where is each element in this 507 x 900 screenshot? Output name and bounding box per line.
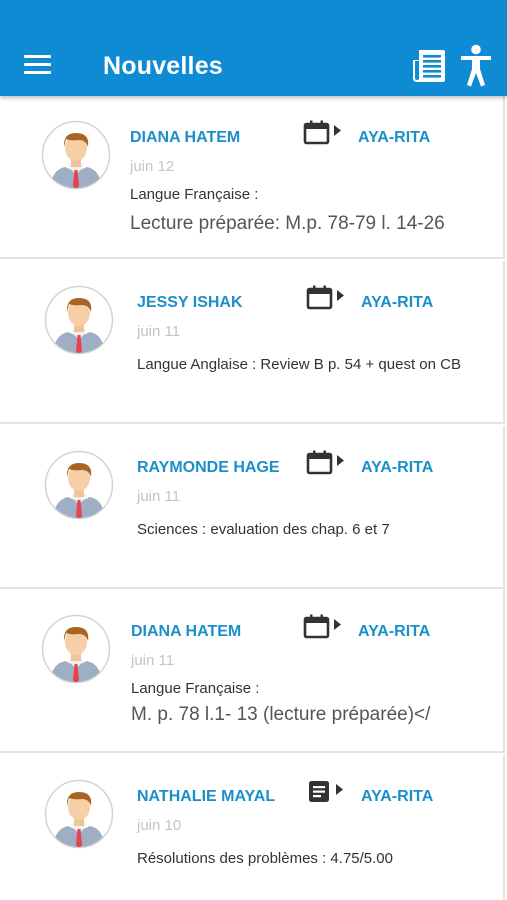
class-name: AYA-RITA [361, 459, 434, 476]
news-card[interactable]: RAYMONDE HAGE AYA-RITA juin 11 Sciences … [0, 426, 505, 589]
news-text: Résolutions des problèmes : 4.75/5.00 [137, 850, 393, 867]
avatar-icon [44, 450, 114, 520]
calendar-play-icon [303, 614, 343, 640]
news-date: juin 11 [137, 488, 181, 505]
news-content: M. p. 78 l.1- 13 (lecture préparée)</ [131, 704, 431, 725]
news-date: juin 12 [130, 158, 175, 175]
news-date: juin 11 [131, 652, 175, 669]
news-card[interactable]: JESSY ISHAK AYA-RITA juin 11 Langue Angl… [0, 261, 505, 424]
app-bar: Nouvelles [0, 0, 507, 96]
news-button[interactable] [410, 47, 448, 85]
class-name: AYA-RITA [361, 788, 434, 805]
hamburger-menu-icon [24, 55, 51, 58]
calendar-play-icon [306, 285, 346, 311]
newspaper-icon [413, 50, 445, 82]
calendar-play-icon [306, 450, 346, 476]
news-subject: Langue Française : [131, 680, 260, 697]
accessibility-button[interactable] [458, 44, 494, 88]
author-name: DIANA HATEM [130, 129, 241, 146]
news-text: Langue Anglaise : Review B p. 54 + quest… [137, 356, 461, 373]
avatar-icon [41, 120, 111, 190]
news-content: Lecture préparée: M.p. 78-79 l. 14-26 [130, 213, 445, 234]
author-name: RAYMONDE HAGE [137, 459, 280, 476]
news-subject: Langue Française : [130, 186, 259, 203]
document-play-icon [306, 779, 346, 805]
author-name: JESSY ISHAK [137, 294, 243, 311]
class-name: AYA-RITA [361, 294, 434, 311]
page-title: Nouvelles [103, 52, 223, 80]
accessibility-person-icon [461, 44, 491, 87]
news-card[interactable]: NATHALIE MAYAL AYA-RITA juin 10 Résoluti… [0, 755, 505, 900]
menu-button[interactable] [20, 50, 54, 82]
news-text: Sciences : evaluation des chap. 6 et 7 [137, 521, 390, 538]
news-date: juin 10 [137, 817, 182, 834]
news-card[interactable]: DIANA HATEM AYA-RITA juin 11 Langue Fran… [0, 590, 505, 753]
news-feed: DIANA HATEM AYA-RITA juin 12 Langue Fran… [0, 96, 507, 900]
author-name: DIANA HATEM [131, 623, 242, 640]
news-date: juin 11 [137, 323, 181, 340]
calendar-play-icon [303, 120, 343, 146]
avatar-icon [41, 614, 111, 684]
news-card[interactable]: DIANA HATEM AYA-RITA juin 12 Langue Fran… [0, 96, 505, 259]
class-name: AYA-RITA [358, 129, 431, 146]
avatar-icon [44, 285, 114, 355]
author-name: NATHALIE MAYAL [137, 788, 276, 805]
class-name: AYA-RITA [358, 623, 431, 640]
avatar-icon [44, 779, 114, 849]
